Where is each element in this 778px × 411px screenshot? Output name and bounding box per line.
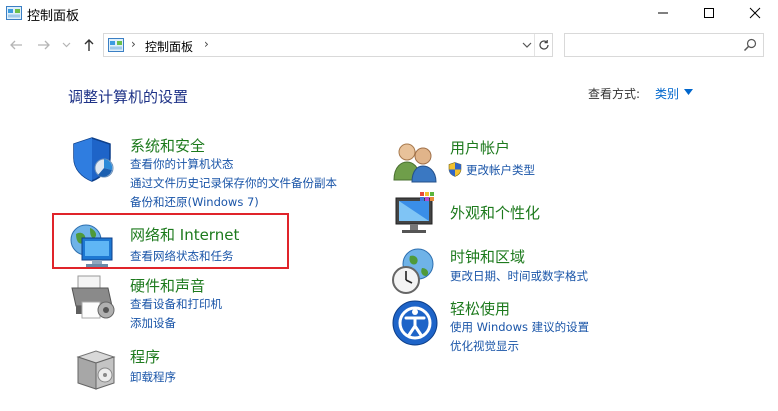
breadcrumb-separator[interactable]: ›: [204, 37, 209, 51]
caret-down-icon[interactable]: [684, 89, 693, 95]
highlight-box: [52, 213, 289, 269]
search-input[interactable]: [565, 34, 735, 56]
maximize-icon: [704, 8, 714, 18]
printer-icon[interactable]: [68, 272, 118, 322]
refresh-button[interactable]: [534, 34, 553, 56]
category-title[interactable]: 系统和安全: [130, 135, 205, 156]
category-title[interactable]: 时钟和区域: [450, 246, 525, 267]
breadcrumb-separator[interactable]: ›: [131, 37, 136, 51]
search-icon[interactable]: [743, 38, 757, 52]
category-link[interactable]: 卸载程序: [130, 369, 176, 385]
title-bar: 控制面板: [0, 0, 778, 26]
refresh-icon: [539, 40, 549, 50]
category-system-security: 系统和安全 查看你的计算机状态 通过文件历史记录保存你的文件备份副本 备份和还原…: [68, 134, 368, 214]
category-link[interactable]: 更改日期、时间或数字格式: [450, 268, 588, 284]
search-box[interactable]: [564, 33, 764, 57]
minimize-icon: [658, 12, 668, 14]
category-link[interactable]: 查看你的计算机状态: [130, 156, 234, 172]
control-panel-icon: [108, 38, 124, 52]
chevron-down-icon: [522, 42, 532, 48]
shield-icon[interactable]: [68, 134, 118, 184]
category-title[interactable]: 用户帐户: [450, 137, 510, 158]
breadcrumb-control-panel[interactable]: 控制面板: [145, 38, 193, 55]
category-link[interactable]: 查看设备和打印机: [130, 296, 222, 312]
minimize-button[interactable]: [640, 0, 686, 26]
category-user-accounts: 用户帐户 更改帐户类型: [390, 136, 690, 186]
category-title[interactable]: 轻松使用: [450, 298, 510, 319]
category-title[interactable]: 程序: [130, 346, 160, 367]
address-bar[interactable]: › 控制面板 ›: [103, 33, 553, 57]
navigation-bar: › 控制面板 ›: [0, 30, 778, 60]
category-link[interactable]: 使用 Windows 建议的设置: [450, 319, 589, 335]
category-link[interactable]: 优化视觉显示: [450, 338, 519, 354]
monitor-palette-icon[interactable]: [390, 190, 440, 240]
users-icon[interactable]: [390, 136, 440, 186]
up-button[interactable]: [80, 36, 98, 54]
close-button[interactable]: [732, 0, 778, 26]
category-link[interactable]: 更改帐户类型: [466, 162, 535, 178]
category-link[interactable]: 备份和还原(Windows 7): [130, 194, 259, 210]
arrow-left-icon: [10, 40, 22, 50]
arrow-right-icon: [38, 40, 50, 50]
category-hardware-sound: 硬件和声音 查看设备和打印机 添加设备: [68, 272, 368, 332]
category-ease-of-access: 轻松使用 使用 Windows 建议的设置 优化视觉显示: [390, 298, 690, 358]
chevron-down-icon: [62, 42, 70, 48]
control-panel-icon: [6, 6, 22, 20]
ease-of-access-icon[interactable]: [390, 298, 440, 348]
category-link[interactable]: 通过文件历史记录保存你的文件备份副本: [130, 175, 337, 191]
maximize-button[interactable]: [686, 0, 732, 26]
category-programs: 程序 卸载程序: [68, 343, 368, 393]
category-title[interactable]: 外观和个性化: [450, 202, 540, 223]
category-title[interactable]: 硬件和声音: [130, 275, 205, 296]
recent-locations-button[interactable]: [60, 36, 72, 54]
programs-box-icon[interactable]: [72, 343, 122, 393]
view-by-dropdown[interactable]: 类别: [655, 85, 679, 102]
window-title: 控制面板: [27, 9, 80, 24]
arrow-up-icon: [84, 39, 94, 51]
category-appearance-personalization: 外观和个性化: [390, 190, 690, 240]
view-by-label: 查看方式:: [588, 87, 641, 101]
page-title: 调整计算机的设置: [68, 88, 189, 106]
uac-shield-icon: [448, 162, 462, 177]
category-link[interactable]: 添加设备: [130, 315, 176, 331]
back-button[interactable]: [7, 36, 25, 54]
forward-button[interactable]: [35, 36, 53, 54]
clock-globe-icon[interactable]: [390, 246, 440, 296]
close-icon: [749, 7, 761, 19]
address-history-dropdown[interactable]: [520, 38, 534, 52]
category-clock-region: 时钟和区域 更改日期、时间或数字格式: [390, 246, 690, 296]
